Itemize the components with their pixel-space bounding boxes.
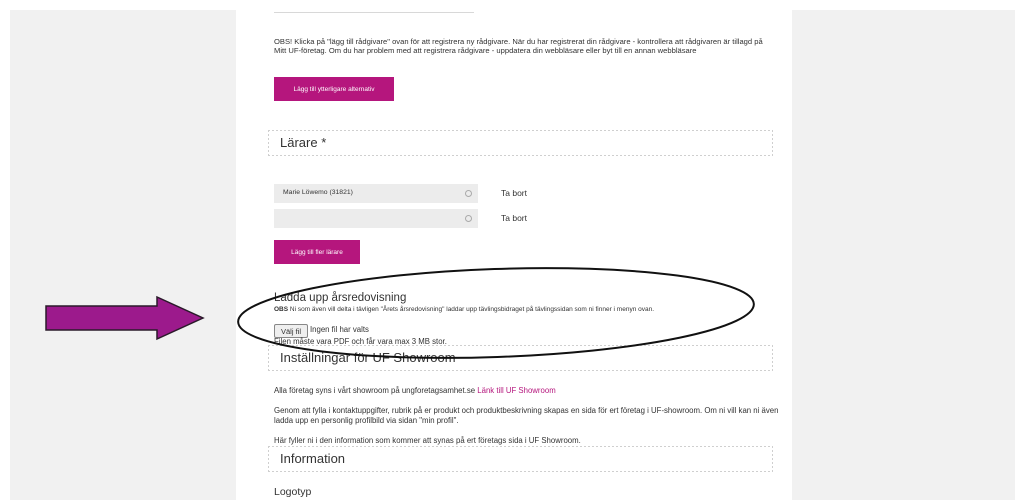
- add-teacher-button[interactable]: Lägg till fler lärare: [274, 240, 360, 264]
- teacher-select-1[interactable]: Marie Löwemo (31821): [274, 184, 478, 203]
- select-clear-icon[interactable]: [465, 215, 472, 222]
- choose-file-button[interactable]: Välj fil: [274, 324, 308, 338]
- upload-title: Ladda upp årsredovisning: [274, 292, 407, 304]
- upload-note-bold: OBS: [274, 306, 289, 313]
- file-status: Ingen fil har valts: [310, 325, 369, 334]
- info-section-header: Information: [268, 446, 773, 472]
- remove-teacher-2[interactable]: Ta bort: [501, 213, 527, 223]
- showroom-text: Alla företag syns i vårt showroom på ung…: [274, 386, 794, 396]
- select-clear-icon[interactable]: [465, 190, 472, 197]
- showroom-section-header: Inställningar för UF Showroom: [268, 345, 773, 371]
- upload-note: OBS Ni som även vill delta i tävligen "Å…: [274, 306, 654, 313]
- right-gutter: [792, 10, 1015, 500]
- remove-teacher-1[interactable]: Ta bort: [501, 188, 527, 198]
- teacher-select-value: Marie Löwemo (31821): [283, 189, 353, 196]
- showroom-link[interactable]: Länk till UF Showroom: [477, 386, 555, 395]
- showroom-section-title: Inställningar för UF Showroom: [280, 350, 456, 365]
- advisor-note: OBS! Klicka på "lägg till rådgivare" ova…: [274, 37, 763, 55]
- logotyp-label: Logotyp: [274, 486, 312, 498]
- showroom-text-body: Alla företag syns i vårt showroom på ung…: [274, 386, 476, 395]
- previous-field[interactable]: [274, 0, 474, 13]
- teachers-section-header: Lärare *: [268, 130, 773, 156]
- showroom-info: Genom att fylla i kontaktuppgifter, rubr…: [274, 406, 779, 425]
- upload-note-text: Ni som även vill delta i tävligen "Årets…: [288, 306, 655, 313]
- info-section-title: Information: [280, 451, 346, 466]
- showroom-fill-text: Här fyller ni i den information som komm…: [274, 436, 581, 445]
- teacher-select-2[interactable]: [274, 209, 478, 228]
- left-gutter: [10, 10, 236, 500]
- teachers-section-title: Lärare *: [280, 135, 327, 150]
- add-alternative-button[interactable]: Lägg till ytterligare alternativ: [274, 77, 394, 101]
